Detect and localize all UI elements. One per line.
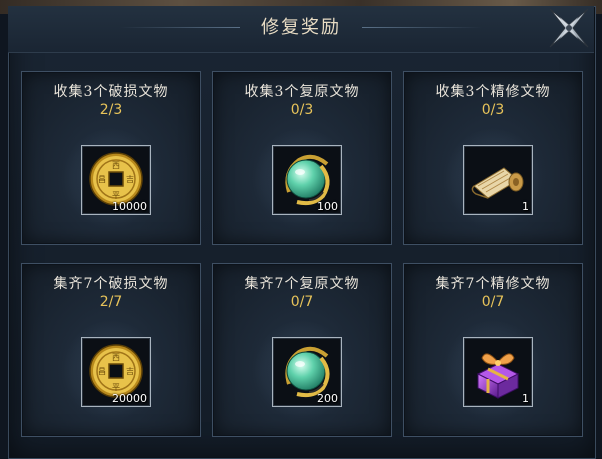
svg-text:吉: 吉: [126, 175, 134, 184]
reward-progress: 0/3: [481, 102, 505, 118]
panel-title: 修复奖励: [261, 17, 341, 38]
reward-card-6: 集齐7个精修文物 0/7 1: [403, 263, 583, 437]
reward-condition: 收集3个精修文物: [435, 84, 551, 100]
svg-text:西: 西: [112, 353, 120, 362]
reward-item-slot[interactable]: 西 平 昌 吉 10000: [81, 145, 151, 215]
svg-text:西: 西: [112, 161, 120, 170]
reward-progress: 0/7: [481, 294, 505, 310]
item-quantity: 100: [317, 200, 338, 213]
close-button[interactable]: [542, 3, 596, 53]
reward-condition: 收集3个复原文物: [244, 84, 360, 100]
reward-condition: 集齐7个复原文物: [244, 276, 360, 292]
close-icon: [549, 8, 589, 48]
reward-item-slot[interactable]: 1: [463, 145, 533, 215]
reward-item-slot[interactable]: 200: [272, 337, 342, 407]
reward-card-1: 收集3个破损文物 2/3 西 平 昌 吉 10000: [21, 71, 201, 245]
reward-progress: 0/7: [290, 294, 314, 310]
item-quantity: 1: [522, 392, 529, 405]
reward-item-slot[interactable]: 100: [272, 145, 342, 215]
item-quantity: 200: [317, 392, 338, 405]
reward-condition: 收集3个破损文物: [53, 84, 169, 100]
item-quantity: 10000: [112, 200, 147, 213]
reward-condition: 集齐7个破损文物: [53, 276, 169, 292]
svg-text:昌: 昌: [98, 367, 106, 376]
reward-progress: 2/3: [99, 102, 123, 118]
svg-text:平: 平: [112, 191, 120, 200]
reward-progress: 2/7: [99, 294, 123, 310]
reward-item-slot[interactable]: 1: [463, 337, 533, 407]
reward-condition: 集齐7个精修文物: [435, 276, 551, 292]
reward-progress: 0/3: [290, 102, 314, 118]
svg-text:昌: 昌: [98, 175, 106, 184]
svg-text:平: 平: [112, 383, 120, 392]
item-quantity: 1: [522, 200, 529, 213]
reward-card-4: 集齐7个破损文物 2/7 西 平 昌 吉 20000: [21, 263, 201, 437]
reward-card-3: 收集3个精修文物 0/3 1: [403, 71, 583, 245]
svg-text:吉: 吉: [126, 367, 134, 376]
reward-card-2: 收集3个复原文物 0/3 100: [212, 71, 392, 245]
item-quantity: 20000: [112, 392, 147, 405]
reward-item-slot[interactable]: 西 平 昌 吉 20000: [81, 337, 151, 407]
reward-card-5: 集齐7个复原文物 0/7 200: [212, 263, 392, 437]
